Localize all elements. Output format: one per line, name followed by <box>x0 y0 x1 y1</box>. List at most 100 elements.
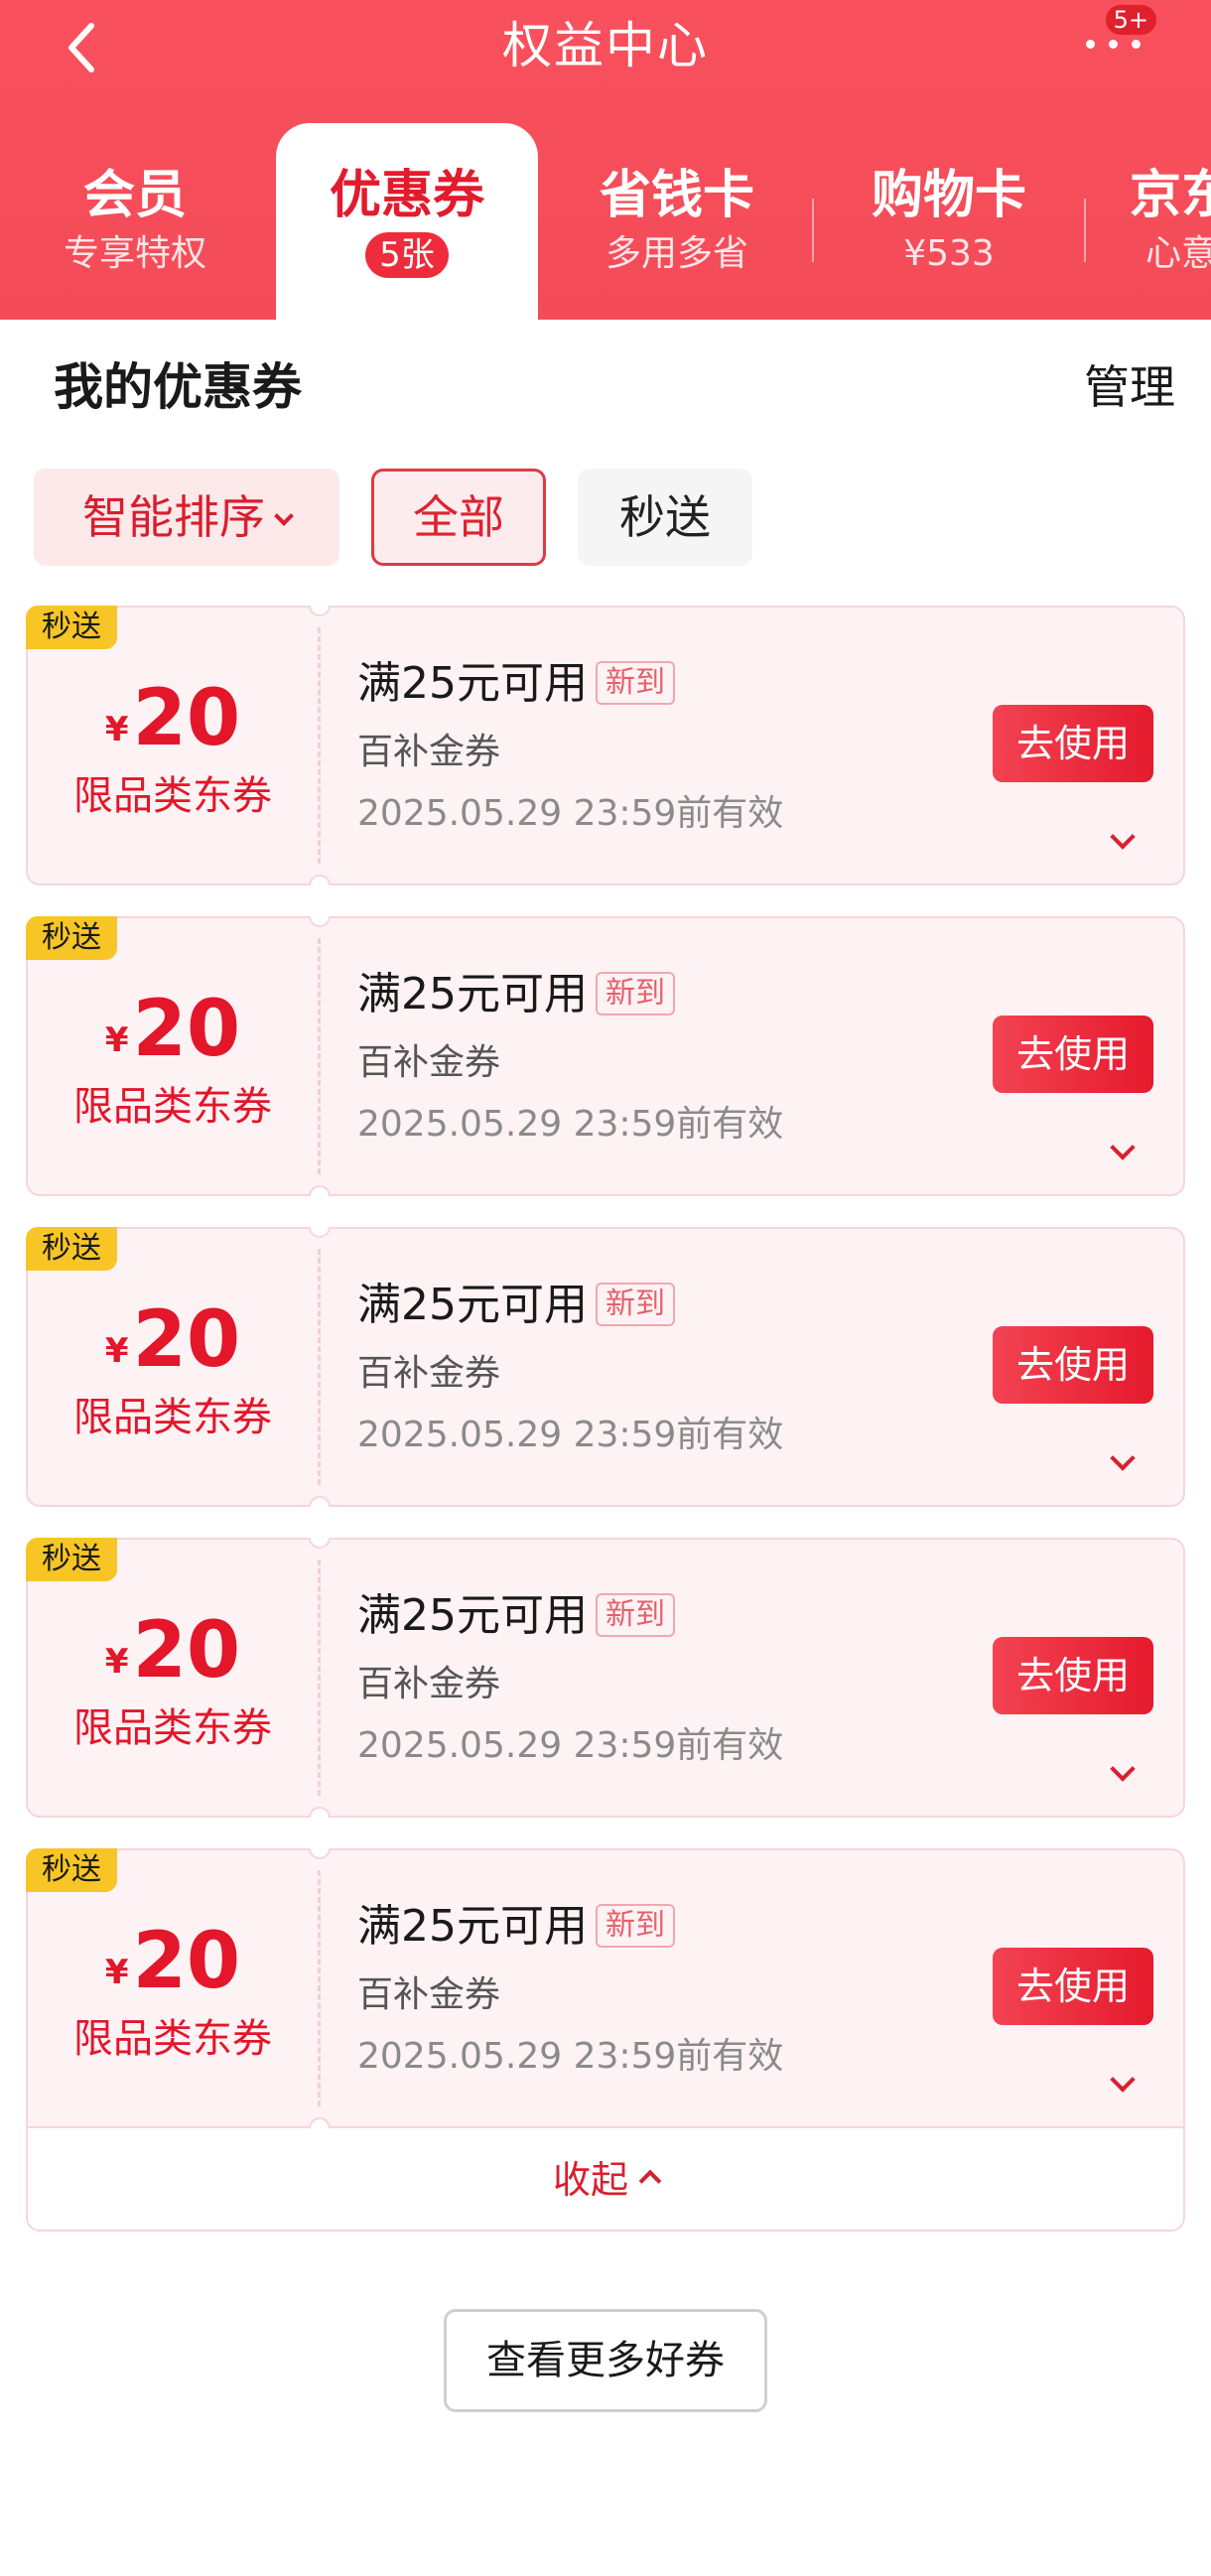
use-coupon-button[interactable]: 去使用 <box>993 705 1153 782</box>
dashed-divider <box>318 1249 321 1485</box>
use-coupon-button[interactable]: 去使用 <box>993 1016 1153 1093</box>
new-badge: 新到 <box>596 972 675 1016</box>
currency-symbol: ¥ <box>104 1020 129 1060</box>
coupon-info: 满25元可用 新到 百补金券 2025.05.29 23:59前有效 去使用 <box>357 1540 1183 1816</box>
coupon-list: 秒送 ¥20 限品类东券 满25元可用 新到 百补金券 2025.05.29 23… <box>0 606 1211 2232</box>
amount-value: 20 <box>132 1295 241 1385</box>
coupon-tag: 秒送 <box>26 1227 117 1271</box>
coupon-value-panel: 秒送 ¥20 限品类东券 <box>26 916 318 1194</box>
tab-jd-title: 京东 <box>1130 166 1211 225</box>
tab-coupons-title: 优惠券 <box>329 166 484 225</box>
more-coupons-button[interactable]: 查看更多好券 <box>444 2309 767 2412</box>
coupon-info: 满25元可用 新到 百补金券 2025.05.29 23:59前有效 去使用 <box>357 608 1183 883</box>
coupon-amount: ¥20 <box>28 1601 318 1700</box>
chevron-down-icon[interactable] <box>1110 1139 1136 1164</box>
coupon-tag: 秒送 <box>26 606 117 649</box>
coupon-validity: 2025.05.29 23:59前有效 <box>357 1104 784 1145</box>
new-badge: 新到 <box>596 1904 675 1948</box>
more-button[interactable]: 5+ <box>1082 2 1159 71</box>
coupon-category: 限品类东券 <box>73 2016 272 2062</box>
tab-member-title: 会员 <box>82 166 187 225</box>
use-coupon-button[interactable]: 去使用 <box>993 1637 1153 1714</box>
currency-symbol: ¥ <box>104 1331 129 1371</box>
condition-text: 满25元可用 <box>357 969 588 1019</box>
nav-bar: 权益中心 5+ <box>0 0 1211 99</box>
filter-all[interactable]: 全部 <box>371 469 546 566</box>
chevron-up-icon <box>638 2169 662 2193</box>
coupon-condition: 满25元可用 新到 <box>357 1898 675 1956</box>
coupon-validity: 2025.05.29 23:59前有效 <box>357 1415 784 1455</box>
tab-savings-card-subtitle: 多用多省 <box>605 233 748 274</box>
coupon-condition: 满25元可用 新到 <box>357 655 675 713</box>
coupon-category: 限品类东券 <box>73 1705 272 1751</box>
collapse-label: 收起 <box>552 2158 628 2202</box>
chevron-down-icon <box>274 506 294 526</box>
tab-shopping-card-title: 购物卡 <box>871 166 1026 225</box>
coupon-condition: 满25元可用 新到 <box>357 1277 675 1334</box>
coupon-amount: ¥20 <box>28 669 318 768</box>
header-bar: 权益中心 5+ 会员 专享特权 优惠券 5张 省钱卡 多用多省 购物卡 ¥533… <box>0 0 1211 320</box>
coupon-value-panel: 秒送 ¥20 限品类东券 <box>26 1538 318 1816</box>
tab-bar: 会员 专享特权 优惠券 5张 省钱卡 多用多省 购物卡 ¥533 京东 心意 <box>0 123 1211 320</box>
use-coupon-button[interactable]: 去使用 <box>993 1948 1153 2025</box>
coupon-category: 限品类东券 <box>73 1084 272 1130</box>
manage-button[interactable]: 管理 <box>1084 357 1175 417</box>
more-coupons-area: 查看更多好券 <box>0 2232 1211 2529</box>
coupon-validity: 2025.05.29 23:59前有效 <box>357 793 784 834</box>
coupon-amount: ¥20 <box>28 980 318 1079</box>
chevron-down-icon[interactable] <box>1110 2071 1136 2097</box>
currency-symbol: ¥ <box>104 710 129 749</box>
tab-savings-card[interactable]: 省钱卡 多用多省 <box>548 123 806 320</box>
coupon-type: 百补金券 <box>357 1353 501 1394</box>
coupon-validity: 2025.05.29 23:59前有效 <box>357 1725 784 1766</box>
tab-savings-card-title: 省钱卡 <box>599 166 754 225</box>
tab-member-subtitle: 专享特权 <box>63 233 206 274</box>
coupon-info: 满25元可用 新到 百补金券 2025.05.29 23:59前有效 去使用 <box>357 1850 1183 2126</box>
currency-symbol: ¥ <box>104 1953 129 1992</box>
coupon-value-panel: 秒送 ¥20 限品类东券 <box>26 1227 318 1505</box>
tab-jd[interactable]: 京东 心意 <box>1086 123 1211 320</box>
dashed-divider <box>318 627 321 864</box>
use-coupon-button[interactable]: 去使用 <box>993 1326 1153 1404</box>
sort-label: 智能排序 <box>82 490 265 544</box>
coupon-card: 秒送 ¥20 限品类东券 满25元可用 新到 百补金券 2025.05.29 23… <box>26 1227 1185 1507</box>
currency-symbol: ¥ <box>104 1642 129 1682</box>
collapse-button[interactable]: 收起 <box>26 2128 1185 2232</box>
coupon-value-panel: 秒送 ¥20 限品类东券 <box>26 606 318 883</box>
filter-fast-delivery[interactable]: 秒送 <box>578 469 752 566</box>
section-header: 我的优惠券 管理 <box>0 320 1211 459</box>
coupon-value-panel: 秒送 ¥20 限品类东券 <box>26 1848 318 2126</box>
amount-value: 20 <box>132 985 241 1074</box>
chevron-down-icon[interactable] <box>1110 828 1136 854</box>
dashed-divider <box>318 938 321 1174</box>
coupon-tag: 秒送 <box>26 1538 117 1581</box>
coupon-card: 秒送 ¥20 限品类东券 满25元可用 新到 百补金券 2025.05.29 23… <box>26 1848 1185 2128</box>
tab-shopping-card-subtitle: ¥533 <box>903 233 995 274</box>
coupon-info: 满25元可用 新到 百补金券 2025.05.29 23:59前有效 去使用 <box>357 1229 1183 1505</box>
coupon-info: 满25元可用 新到 百补金券 2025.05.29 23:59前有效 去使用 <box>357 918 1183 1194</box>
tab-jd-subtitle: 心意 <box>1145 233 1211 274</box>
new-badge: 新到 <box>596 661 675 705</box>
filter-bar: 智能排序 全部 秒送 <box>0 459 1211 606</box>
coupon-condition: 满25元可用 新到 <box>357 1587 675 1645</box>
notification-badge: 5+ <box>1102 2 1159 38</box>
coupon-amount: ¥20 <box>28 1912 318 2011</box>
coupon-category: 限品类东券 <box>73 773 272 819</box>
amount-value: 20 <box>132 1917 241 2006</box>
section-title: 我的优惠券 <box>54 358 302 416</box>
coupon-card: 秒送 ¥20 限品类东券 满25元可用 新到 百补金券 2025.05.29 23… <box>26 916 1185 1196</box>
chevron-down-icon[interactable] <box>1110 1760 1136 1786</box>
tab-coupons[interactable]: 优惠券 5张 <box>276 123 538 320</box>
tab-shopping-card[interactable]: 购物卡 ¥533 <box>820 123 1078 320</box>
coupon-type: 百补金券 <box>357 1042 501 1083</box>
amount-value: 20 <box>132 1606 241 1695</box>
chevron-down-icon[interactable] <box>1110 1449 1136 1475</box>
amount-value: 20 <box>132 674 241 763</box>
dashed-divider <box>318 1559 321 1796</box>
tab-coupons-count: 5张 <box>365 232 449 278</box>
coupon-type: 百补金券 <box>357 732 501 772</box>
sort-dropdown[interactable]: 智能排序 <box>34 469 339 566</box>
new-badge: 新到 <box>596 1593 675 1637</box>
tab-member[interactable]: 会员 专享特权 <box>6 123 264 320</box>
coupon-validity: 2025.05.29 23:59前有效 <box>357 2036 784 2077</box>
